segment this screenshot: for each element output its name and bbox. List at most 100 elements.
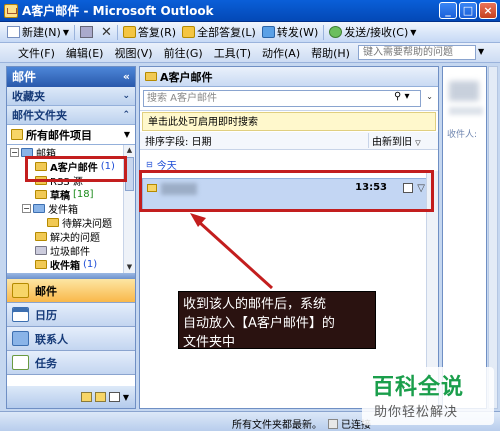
navigation-pane: 邮件 « 收藏夹 ⌄ 邮件文件夹 ⌃ 所有邮件项目 ▼ − 邮箱 A客户邮件 (… xyxy=(6,66,136,409)
reply-icon xyxy=(122,26,136,38)
message-list-pane: A客户邮件 搜索 A客户邮件 ⚲ ▾ ⌄ 单击此处可启用即时搜索 排序字段: 日… xyxy=(139,66,439,409)
chevron-down-icon[interactable]: ▼ xyxy=(410,28,416,37)
delete-button[interactable]: ✕ xyxy=(98,23,115,41)
inbox-icon xyxy=(35,260,47,269)
folder-outbox[interactable]: − 发件箱 xyxy=(22,202,78,216)
junk-mail-icon xyxy=(35,246,47,255)
contacts-icon xyxy=(12,331,29,346)
mail-icon xyxy=(12,283,29,298)
toolbar-separator xyxy=(73,24,75,40)
delete-icon: ✕ xyxy=(100,24,112,40)
collapse-pane-icon[interactable]: « xyxy=(123,67,130,87)
reading-pane: 收件人: xyxy=(442,66,487,409)
menu-view[interactable]: 视图(V) xyxy=(110,45,156,61)
title-bar: A客户邮件 - Microsoft Outlook _ □ × xyxy=(0,0,500,22)
chevron-up-icon[interactable]: ⌃ xyxy=(122,106,130,125)
window-title: A客户邮件 - Microsoft Outlook xyxy=(22,4,214,18)
nav-button-tasks[interactable]: 任务 xyxy=(7,351,135,375)
reply-button[interactable]: 答复(R) xyxy=(120,23,179,41)
forward-icon xyxy=(261,26,275,38)
outbox-icon xyxy=(33,204,45,213)
folder-inbox[interactable]: 收件箱 (1) xyxy=(35,258,98,272)
chevron-down-icon[interactable]: ▼ xyxy=(478,47,484,56)
search-row: 搜索 A客户邮件 ⚲ ▾ ⌄ xyxy=(140,87,438,111)
collapse-group-icon[interactable]: ⊟ xyxy=(146,160,153,169)
expand-query-icon[interactable]: ⌄ xyxy=(426,92,433,101)
mail-folders-section[interactable]: 邮件文件夹 ⌃ xyxy=(7,106,135,125)
menu-edit[interactable]: 编辑(E) xyxy=(62,45,108,61)
new-mail-icon xyxy=(7,26,20,38)
reply-all-button[interactable]: 全部答复(L) xyxy=(179,23,259,41)
tasks-icon xyxy=(12,355,29,370)
folder-list-icon[interactable] xyxy=(94,392,106,402)
chevron-down-icon[interactable]: ▼ xyxy=(124,130,130,139)
menu-file[interactable]: 文件(F) xyxy=(14,45,59,61)
folder-header: A客户邮件 xyxy=(140,67,438,87)
folder-resolved-issues[interactable]: 解决的问题 xyxy=(35,230,100,244)
close-button[interactable]: × xyxy=(479,2,497,19)
all-mail-items-selector[interactable]: 所有邮件项目 ▼ xyxy=(7,125,135,145)
toolbar-separator xyxy=(323,24,325,40)
collapse-icon[interactable]: − xyxy=(22,204,31,213)
help-search-input[interactable]: 键入需要帮助的问题 xyxy=(358,45,476,60)
shortcuts-icon[interactable] xyxy=(108,392,120,402)
nav-footer: ▼ xyxy=(7,386,135,408)
menu-help[interactable]: 帮助(H) xyxy=(307,45,354,61)
outlook-app-icon xyxy=(4,3,18,18)
status-message: 所有文件夹都最新。 xyxy=(232,420,322,431)
folder-icon xyxy=(47,218,59,227)
scroll-down-icon[interactable]: ▼ xyxy=(124,262,135,273)
standard-toolbar: 新建(N) ▼ ✕ 答复(R) 全部答复(L) 转发(W) 发送/接收(C) ▼ xyxy=(0,22,500,43)
subject-redacted xyxy=(449,81,479,101)
send-receive-button[interactable]: 发送/接收(C) ▼ xyxy=(326,23,419,41)
menu-tools[interactable]: 工具(T) xyxy=(210,45,255,61)
all-items-icon xyxy=(11,129,23,140)
reply-all-icon xyxy=(182,26,196,38)
highlight-message-box xyxy=(139,170,434,212)
to-do-bar-scrollbar[interactable] xyxy=(488,66,498,409)
watermark: 百科全说 助你轻松解决 xyxy=(362,367,494,425)
notes-icon[interactable] xyxy=(80,392,92,402)
nav-button-contacts[interactable]: 联系人 xyxy=(7,327,135,351)
configure-buttons-icon[interactable]: ▼ xyxy=(123,393,129,402)
menu-actions[interactable]: 动作(A) xyxy=(258,45,304,61)
chevron-down-icon[interactable]: ▼ xyxy=(63,28,69,37)
unread-count: (1) xyxy=(83,259,98,270)
folder-drafts[interactable]: 草稿 [18] xyxy=(35,188,94,202)
sort-by-date[interactable]: 排序字段: 日期 xyxy=(140,133,368,148)
search-input[interactable]: 搜索 A客户邮件 xyxy=(143,90,421,107)
sender-redacted xyxy=(449,107,483,115)
menu-go[interactable]: 前往(G) xyxy=(160,45,207,61)
nav-button-mail[interactable]: 邮件 xyxy=(7,279,135,303)
window-controls: _ □ × xyxy=(439,2,497,19)
minimize-button[interactable]: _ xyxy=(439,2,457,19)
folder-icon xyxy=(145,72,157,81)
toolbar-separator xyxy=(116,24,118,40)
folder-pending-issues[interactable]: 待解决问题 xyxy=(47,216,112,230)
forward-button[interactable]: 转发(W) xyxy=(259,23,321,41)
maximize-button[interactable]: □ xyxy=(459,2,477,19)
search-icon[interactable]: ⚲ ▾ xyxy=(394,91,410,102)
favorites-section[interactable]: 收藏夹 ⌄ xyxy=(7,87,135,106)
folder-junk[interactable]: 垃圾邮件 xyxy=(35,244,90,258)
sort-header: 排序字段: 日期 由新到旧 ▽ xyxy=(140,132,438,150)
calendar-icon xyxy=(12,307,29,322)
drafts-icon xyxy=(35,190,47,199)
send-receive-icon xyxy=(329,26,343,38)
print-button[interactable] xyxy=(77,23,98,41)
nav-pane-title: 邮件 « xyxy=(7,67,135,87)
annotation-callout: 收到该人的邮件后，系统 自动放入【A客户邮件】的 文件夹中 xyxy=(178,291,376,350)
sort-order[interactable]: 由新到旧 ▽ xyxy=(368,133,438,148)
new-button[interactable]: 新建(N) ▼ xyxy=(4,23,72,41)
collapse-icon[interactable]: − xyxy=(10,148,19,157)
nav-button-calendar[interactable]: 日历 xyxy=(7,303,135,327)
chevron-down-icon[interactable]: ⌄ xyxy=(122,87,130,106)
scroll-up-icon[interactable]: ▲ xyxy=(124,145,135,156)
enable-instant-search-bar[interactable]: 单击此处可启用即时搜索 xyxy=(142,112,436,131)
watermark-title: 百科全说 xyxy=(372,375,465,400)
menu-bar: 文件(F) 编辑(E) 视图(V) 前往(G) 工具(T) 动作(A) 帮助(H… xyxy=(0,43,500,63)
sort-arrow-icon: ▽ xyxy=(415,139,421,147)
connection-icon xyxy=(328,418,338,429)
draft-count: [18] xyxy=(73,189,94,200)
folder-icon xyxy=(35,232,47,241)
